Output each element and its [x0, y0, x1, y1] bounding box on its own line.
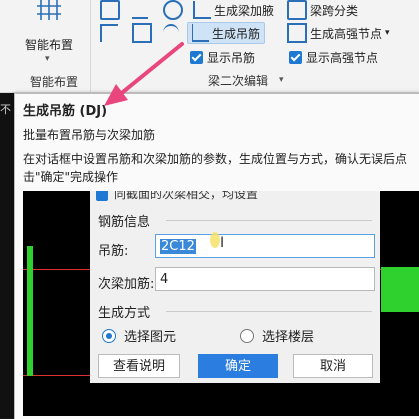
annotation-arrow	[104, 42, 184, 106]
